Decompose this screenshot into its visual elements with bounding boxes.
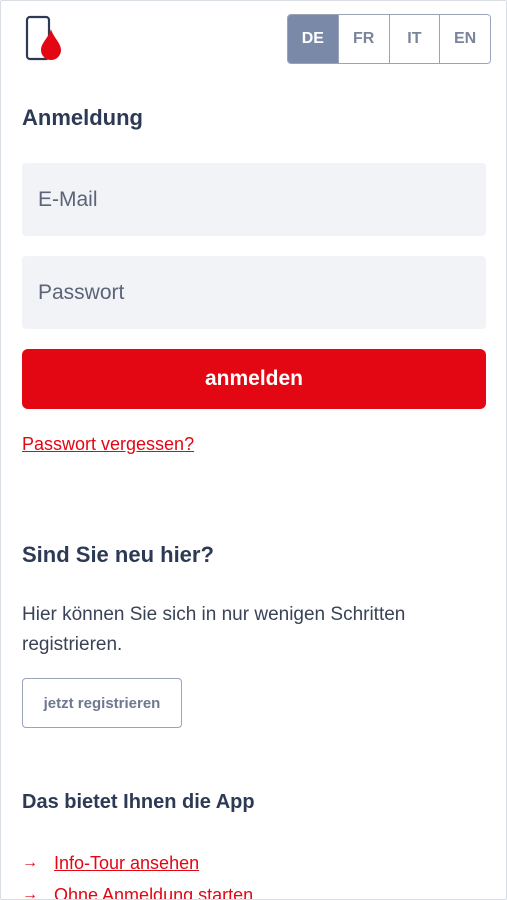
language-switcher: DE FR IT EN — [287, 14, 491, 64]
start-without-login-link[interactable]: → Ohne Anmeldung starten — [22, 879, 253, 900]
lang-it-button[interactable]: IT — [389, 15, 441, 63]
register-title: Sind Sie neu hier? — [22, 542, 214, 567]
info-tour-link-label: Info-Tour ansehen — [54, 852, 200, 873]
app-info-links: → Info-Tour ansehen → Ohne Anmeldung sta… — [22, 847, 253, 900]
arrow-right-icon: → — [22, 886, 38, 900]
app-info-title: Das bietet Ihnen die App — [22, 791, 255, 813]
email-field[interactable] — [22, 163, 486, 236]
login-button[interactable]: anmelden — [22, 349, 486, 409]
password-field[interactable] — [22, 256, 486, 329]
lang-de-button[interactable]: DE — [288, 15, 339, 63]
forgot-password-link[interactable]: Passwort vergessen? — [22, 434, 194, 455]
phone-blood-drop-icon — [25, 15, 65, 63]
register-button[interactable]: jetzt registrieren — [22, 678, 182, 728]
start-without-login-link-label: Ohne Anmeldung starten — [54, 884, 254, 900]
info-tour-link[interactable]: → Info-Tour ansehen — [22, 847, 253, 879]
register-description: Hier können Sie sich in nur wenigen Schr… — [22, 604, 406, 655]
arrow-right-icon: → — [22, 854, 38, 871]
login-title: Anmeldung — [22, 105, 143, 130]
app-screen: DE FR IT EN Anmeldung anmelden Passwort … — [0, 0, 507, 900]
lang-fr-button[interactable]: FR — [338, 15, 390, 63]
lang-en-button[interactable]: EN — [440, 15, 490, 63]
